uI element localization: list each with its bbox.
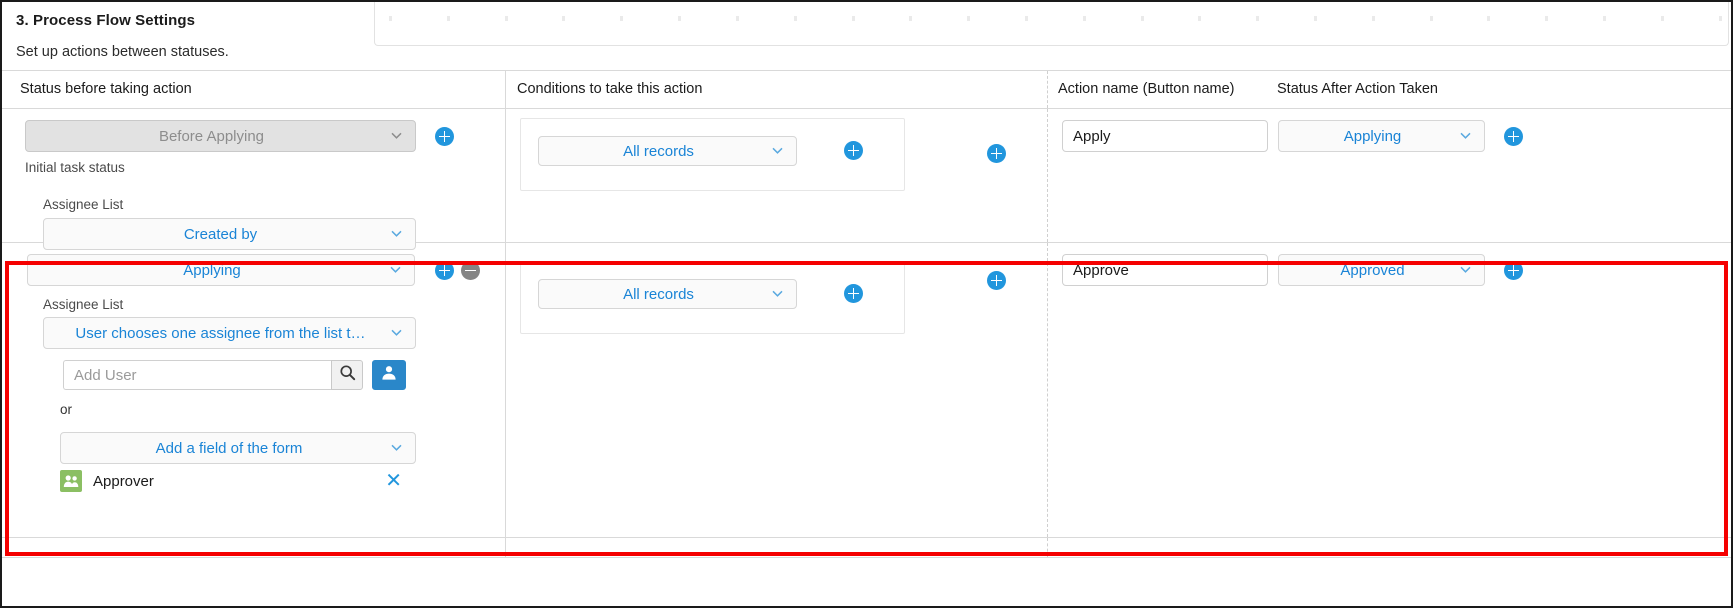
column-header-action-name: Action name (Button name) xyxy=(1058,81,1235,97)
page-subtitle: Set up actions between statuses. xyxy=(16,44,229,60)
action-name-input-row1[interactable]: Apply xyxy=(1062,120,1268,152)
add-condition-button-row2[interactable] xyxy=(844,284,863,303)
add-user-input[interactable]: Add User xyxy=(63,360,331,390)
search-icon xyxy=(339,364,356,386)
add-user-group: Add User xyxy=(63,360,406,390)
column-divider-dashed xyxy=(1047,109,1048,242)
column-divider-dashed xyxy=(1047,538,1048,557)
add-status-row-button-row1[interactable] xyxy=(435,127,454,146)
initial-task-status-note: Initial task status xyxy=(25,160,125,175)
assignee-chip-label: Approver xyxy=(93,472,154,490)
assignee-list-label-row2: Assignee List xyxy=(43,297,124,312)
chevron-down-icon xyxy=(1459,263,1472,276)
add-condition-button-row1[interactable] xyxy=(844,141,863,160)
condition-value-row1: All records xyxy=(623,142,694,160)
chevron-down-icon xyxy=(771,287,784,300)
add-status-row-button-row2[interactable] xyxy=(435,261,454,280)
status-before-value-row1: Before Applying xyxy=(158,127,265,145)
column-divider xyxy=(505,71,506,108)
chevron-down-icon xyxy=(771,144,784,157)
add-action-button-row2[interactable] xyxy=(987,271,1006,290)
action-name-value-row1: Apply xyxy=(1073,127,1111,145)
column-divider xyxy=(505,109,506,242)
form-field-select-row2[interactable]: Add a field of the form xyxy=(60,432,416,464)
table-row-partial xyxy=(2,538,1731,558)
page-title: 3. Process Flow Settings xyxy=(16,12,196,29)
status-before-value-row2: Applying xyxy=(183,261,241,279)
chevron-down-icon xyxy=(390,227,403,240)
action-name-input-row2[interactable]: Approve xyxy=(1062,254,1268,286)
action-name-value-row2: Approve xyxy=(1073,261,1129,279)
status-before-select-row2[interactable]: Applying xyxy=(27,254,415,286)
assignee-chip-approver: Approver ✕ xyxy=(60,470,416,492)
status-before-select-row1[interactable]: Before Applying xyxy=(25,120,416,152)
condition-group-row2: All records xyxy=(520,261,905,334)
condition-select-row2[interactable]: All records xyxy=(538,279,797,309)
form-field-value-row2: Add a field of the form xyxy=(155,439,303,457)
section-header: 3. Process Flow Settings Set up actions … xyxy=(2,2,1731,70)
process-flow-table: Status before taking action Conditions t… xyxy=(2,70,1731,558)
chevron-down-icon xyxy=(389,263,402,276)
column-divider xyxy=(505,243,506,537)
column-header-status-before: Status before taking action xyxy=(20,81,192,97)
person-icon xyxy=(380,364,398,387)
condition-select-row1[interactable]: All records xyxy=(538,136,797,166)
assignee-list-label-row1: Assignee List xyxy=(43,197,124,212)
chevron-down-icon xyxy=(1459,129,1472,142)
status-after-select-row2[interactable]: Approved xyxy=(1278,254,1485,286)
process-flow-settings-screen: 3. Process Flow Settings Set up actions … xyxy=(0,0,1733,608)
chevron-down-icon xyxy=(390,326,403,339)
table-row: Applying Assignee List User chooses one … xyxy=(2,243,1731,538)
chevron-down-icon xyxy=(390,129,403,142)
column-divider-dashed xyxy=(1047,71,1048,108)
assignee-list-value-row1: Created by xyxy=(183,225,258,243)
column-header-conditions: Conditions to take this action xyxy=(517,81,703,97)
select-user-button[interactable] xyxy=(372,360,406,390)
partial-panel-above xyxy=(374,2,1729,46)
condition-group-row1: All records xyxy=(520,118,905,191)
chevron-down-icon xyxy=(390,441,403,454)
column-divider xyxy=(505,538,506,557)
condition-value-row2: All records xyxy=(623,285,694,303)
column-header-status-after: Status After Action Taken xyxy=(1277,81,1438,97)
table-row: Before Applying Initial task status Assi… xyxy=(2,109,1731,250)
assignee-list-select-row2[interactable]: User chooses one assignee from the list … xyxy=(43,317,416,349)
add-flow-button-row2[interactable] xyxy=(1504,261,1523,280)
remove-status-row-button-row2[interactable] xyxy=(461,261,480,280)
status-after-value-row1: Applying xyxy=(1343,127,1402,145)
partial-panel-dots-row xyxy=(389,16,1722,21)
add-action-button-row1[interactable] xyxy=(987,144,1006,163)
add-flow-button-row1[interactable] xyxy=(1504,127,1523,146)
assignee-list-value-row2: User chooses one assignee from the list … xyxy=(75,324,366,342)
add-user-placeholder-text: Add User xyxy=(74,366,137,384)
or-label: or xyxy=(60,402,73,417)
status-after-value-row2: Approved xyxy=(1340,261,1405,279)
status-after-select-row1[interactable]: Applying xyxy=(1278,120,1485,152)
table-header-row: Status before taking action Conditions t… xyxy=(2,71,1731,109)
group-icon xyxy=(60,470,82,492)
column-divider-dashed xyxy=(1047,243,1048,537)
close-icon[interactable]: ✕ xyxy=(385,471,402,491)
search-button[interactable] xyxy=(331,360,363,390)
